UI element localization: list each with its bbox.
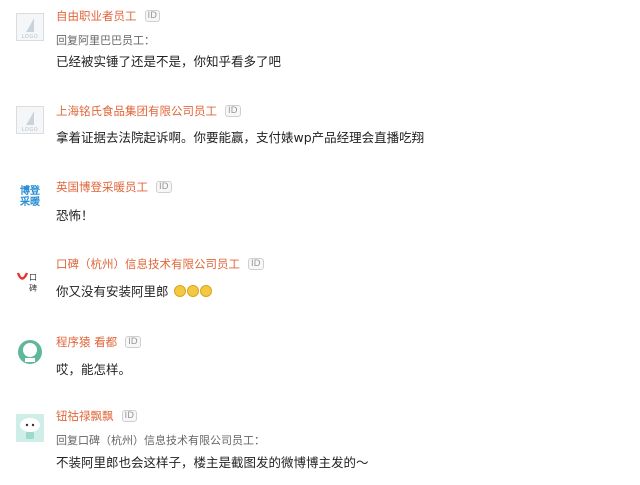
- cloud-character-avatar[interactable]: [16, 414, 44, 442]
- default-logo-avatar[interactable]: LOGO: [16, 106, 44, 134]
- id-badge: ID: [225, 105, 241, 117]
- reply-to-text: 回复口碑（杭州）信息技术有限公司员工：: [56, 434, 265, 447]
- comment-text: 已经被实锤了还是不是，你知乎看多了吧: [56, 54, 282, 69]
- avatar-logo-label: LOGO: [21, 127, 39, 133]
- comment-text: 哎，能怎样。: [56, 362, 132, 377]
- username-link[interactable]: 上海铭氏食品集团有限公司员工: [56, 103, 217, 119]
- grin-emoji-icon: [173, 285, 186, 297]
- comment-text: 不装阿里郎也会这样子，楼主是截图发的微博博主发的～: [56, 455, 369, 470]
- comment-text: 你又没有安装阿里郎: [56, 281, 212, 300]
- id-badge: ID: [248, 258, 264, 270]
- coder-face-icon: [18, 340, 42, 364]
- username-link[interactable]: 钮祜禄飘飘: [56, 408, 114, 424]
- logo-mark-icon: [26, 18, 34, 32]
- id-badge: ID: [121, 410, 138, 422]
- company-text-avatar[interactable]: 博登采暖: [16, 184, 44, 212]
- id-badge: ID: [144, 10, 161, 22]
- username-link[interactable]: 口碑（杭州）信息技术有限公司员工: [56, 256, 240, 272]
- grin-emoji-icon: [186, 285, 199, 297]
- logo-mark-icon: [26, 111, 34, 125]
- koubei-logo-label: 口碑: [29, 273, 37, 292]
- reply-to-text: 回复阿里巴巴员工：: [56, 34, 155, 47]
- username-link[interactable]: 英国博登采暖员工: [56, 179, 148, 195]
- default-logo-avatar[interactable]: LOGO: [16, 13, 44, 41]
- grin-emoji-icon: [199, 285, 212, 297]
- cloud-face-icon: [20, 418, 40, 439]
- username-link[interactable]: 自由职业者员工: [56, 8, 137, 24]
- id-badge: ID: [156, 181, 172, 193]
- username-link[interactable]: 程序猿 看都: [56, 334, 117, 350]
- id-badge: ID: [125, 336, 141, 348]
- koubei-logo-avatar[interactable]: 口碑: [16, 264, 44, 292]
- avatar-logo-label: LOGO: [21, 34, 39, 40]
- comment-text: 拿着证据去法院起诉啊。你要能赢，支付婊wp产品经理会直播吃翔: [56, 130, 425, 145]
- comment-text: 恐怖！: [56, 208, 94, 223]
- coder-avatar[interactable]: [16, 338, 44, 366]
- comment-text-content: 你又没有安装阿里郎: [56, 284, 169, 299]
